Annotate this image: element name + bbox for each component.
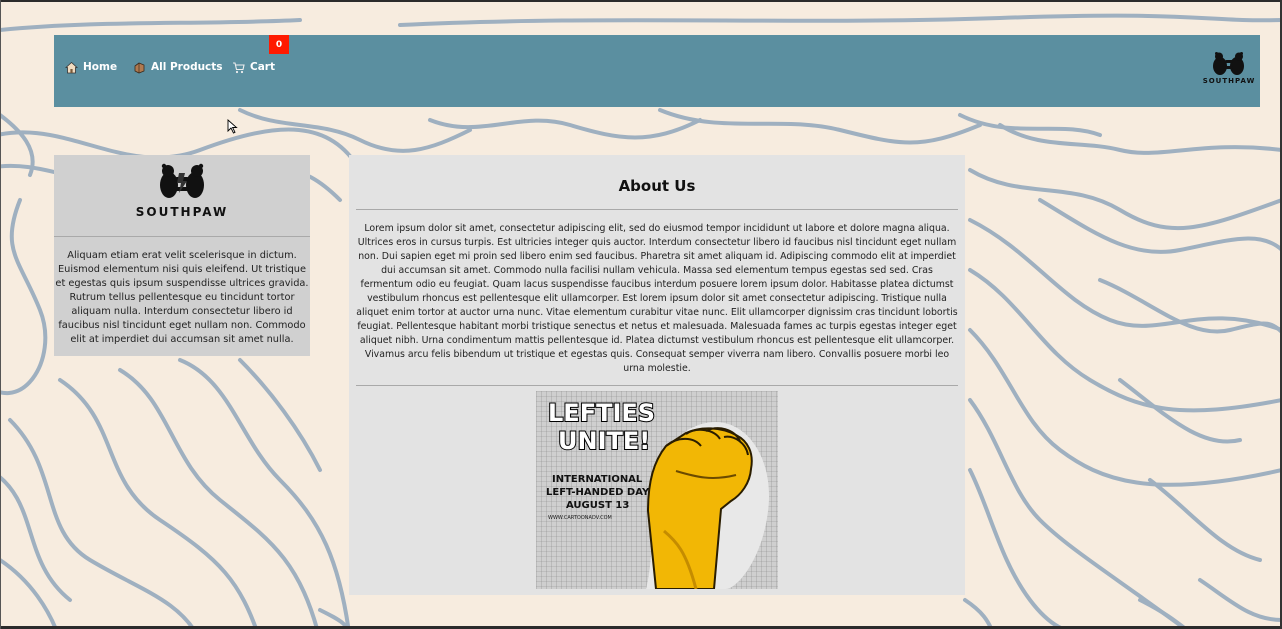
navbar-brand-text: SOUTHPAW [1202,77,1256,85]
nav-home-label: Home [83,61,118,73]
poster-headline-1: LEFTIES [548,399,655,427]
nav-all-products-link[interactable]: All Products [133,59,223,75]
content-divider [356,385,958,386]
poster-image: LEFTIES UNITE! INTERNATIONAL LEFT-HANDED… [536,391,778,589]
sidebar-brand-text: SOUTHPAW [135,205,229,219]
window-border-left [0,0,1,629]
cart-icon [233,61,245,73]
sidebar-brand-logo: SOUTHPAW [54,155,310,235]
nav-home-link[interactable]: Home [65,59,117,75]
sidebar-divider [54,236,310,237]
bears-logo-icon [1213,52,1244,75]
home-icon [65,61,78,73]
nav-cart-label: Cart [250,61,275,73]
sidebar-description: Aliquam etiam erat velit scelerisque in … [55,250,309,345]
products-icon [134,62,145,73]
title-divider [356,209,958,210]
nav-all-products-label: All Products [151,61,223,73]
sidebar-panel: SOUTHPAW Aliquam etiam erat velit sceler… [54,155,310,356]
navbar-brand-logo[interactable]: SOUTHPAW [1201,52,1257,88]
poster-headline-2: UNITE! [558,427,650,455]
page-title: About Us [618,177,696,195]
poster-line-2: LEFT-HANDED DAY [546,487,650,498]
poster-credit: WWW.CARTOONADV.COM [548,515,612,521]
poster-line-1: INTERNATIONAL [552,474,643,485]
cart-count-badge: 0 [269,35,289,54]
nav-cart-link[interactable]: Cart [232,59,275,75]
about-us-panel: About Us Lorem ipsum dolor sit amet, con… [349,155,965,595]
top-navbar: Home All Products Cart SOUTHPAW [54,35,1260,107]
bears-logo-icon [160,163,204,198]
poster-line-3: AUGUST 13 [566,500,629,511]
mouse-cursor-icon [227,119,238,134]
about-description: Lorem ipsum dolor sit amet, consectetur … [356,223,958,374]
window-border-top [0,0,1282,2]
lefties-unite-poster: LEFTIES UNITE! INTERNATIONAL LEFT-HANDED… [536,391,778,589]
